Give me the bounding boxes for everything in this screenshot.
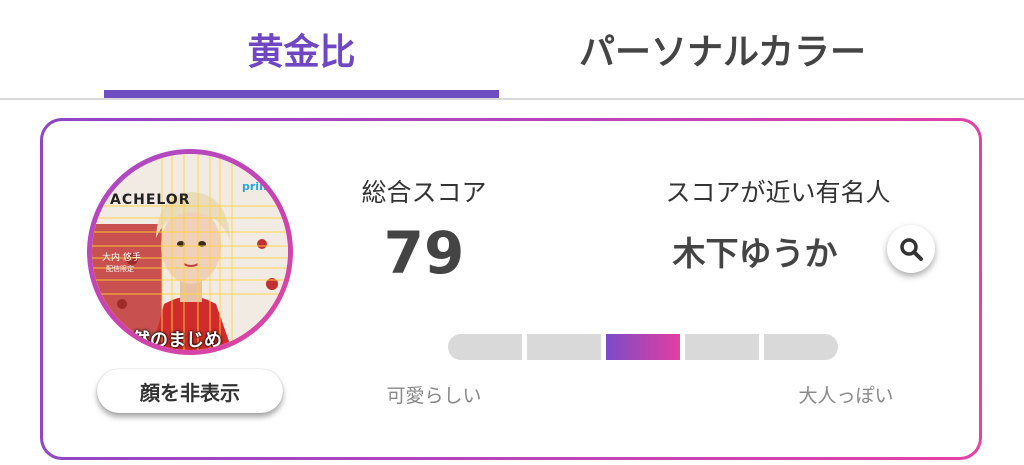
tab-golden-ratio[interactable]: 黄金比	[104, 0, 499, 98]
impression-scale	[448, 334, 838, 360]
tab-personal-color-label: パーソナルカラー	[579, 32, 866, 73]
photo-prime-text: prime	[242, 180, 278, 193]
photo-logo-text: ACHELOR	[110, 192, 191, 208]
result-card: ACHELOR prime 大内 悠手 配信限定 然のまじめ 顔を非表示 総合ス…	[40, 118, 982, 460]
celebrity-search-button[interactable]	[887, 225, 935, 273]
tab-golden-ratio-label: 黄金比	[247, 32, 356, 73]
photo-sub-text: 配信限定	[106, 265, 134, 273]
scale-segment-2	[527, 334, 601, 360]
avatar-ring: ACHELOR prime 大内 悠手 配信限定 然のまじめ	[87, 149, 293, 355]
scale-segment-1	[448, 334, 522, 360]
tab-personal-color[interactable]: パーソナルカラー	[520, 0, 925, 98]
scale-segment-3-active	[606, 334, 680, 360]
similar-celebrity-label: スコアが近い有名人	[665, 178, 891, 207]
scale-left-label: 可愛らしい	[386, 385, 482, 407]
total-score-value: 79	[383, 219, 465, 287]
scale-segment-4	[685, 334, 759, 360]
active-tab-indicator	[104, 90, 499, 98]
similar-celebrity-name: 木下ゆうか	[672, 234, 838, 273]
tab-bar: 黄金比 パーソナルカラー	[0, 0, 1024, 100]
photo-caption-text: 然のまじめ	[132, 330, 222, 350]
total-score-label: 総合スコア	[361, 178, 487, 207]
scale-segment-5	[764, 334, 838, 360]
scale-right-label: 大人っぽい	[798, 385, 894, 407]
face-photo: ACHELOR prime 大内 悠手 配信限定 然のまじめ	[92, 154, 288, 350]
hide-face-button[interactable]: 顔を非表示	[97, 369, 283, 413]
search-icon	[900, 238, 923, 261]
photo-name-text: 大内 悠手	[102, 253, 141, 263]
